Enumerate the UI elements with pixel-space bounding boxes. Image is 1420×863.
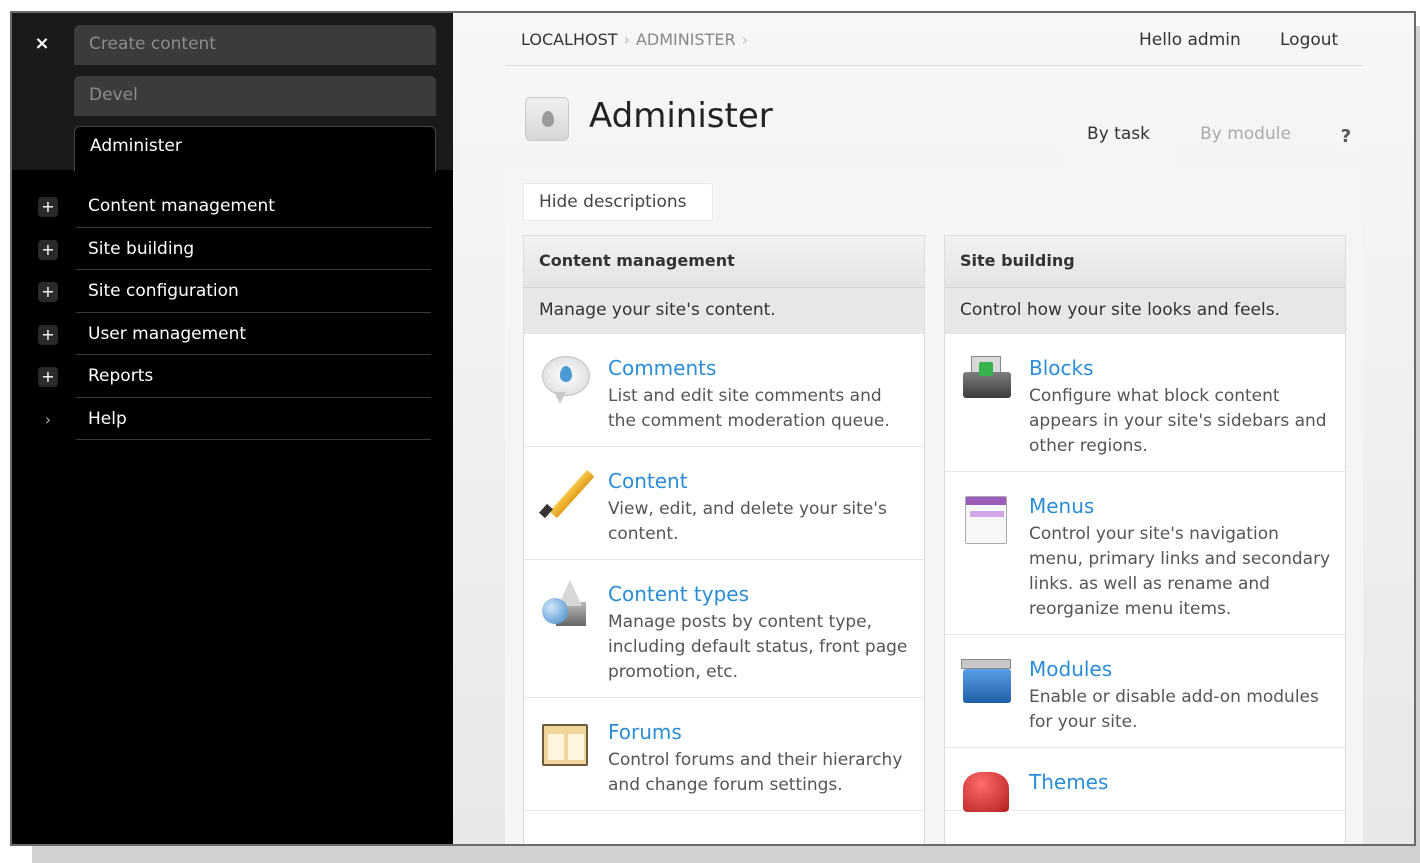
admin-item-modules: Modules Enable or disable add-on modules… bbox=[945, 635, 1345, 748]
admin-item-link[interactable]: Blocks bbox=[1029, 356, 1331, 380]
pencil-icon bbox=[539, 467, 595, 519]
user-greeting: Hello admin bbox=[1139, 30, 1241, 50]
admin-sidebar: × Create content Devel Administer + Cont… bbox=[12, 13, 453, 844]
admin-item-link[interactable]: Comments bbox=[608, 356, 910, 380]
admin-item-link[interactable]: Forums bbox=[608, 720, 910, 744]
sidebar-item-label[interactable]: User management bbox=[88, 324, 246, 344]
tab-by-task[interactable]: By task bbox=[1061, 109, 1176, 169]
sidebar-item-label[interactable]: Site building bbox=[88, 239, 194, 259]
sidebar-item-content-management[interactable]: + Content management bbox=[12, 185, 453, 228]
sidebar-item-site-building[interactable]: + Site building bbox=[12, 228, 453, 270]
admin-item-comments: Comments List and edit site comments and… bbox=[524, 334, 924, 447]
shortcut-create-content[interactable]: Create content bbox=[74, 25, 436, 65]
admin-item-link[interactable]: Menus bbox=[1029, 494, 1331, 518]
help-icon[interactable]: ? bbox=[1329, 120, 1363, 154]
admin-item-menus: Menus Control your site's navigation men… bbox=[945, 472, 1345, 635]
expand-plus-icon[interactable]: + bbox=[38, 367, 58, 387]
forum-icon bbox=[540, 718, 590, 768]
sidebar-item-label[interactable]: Content management bbox=[88, 196, 275, 216]
expand-plus-icon[interactable]: + bbox=[38, 239, 58, 260]
admin-item-link[interactable]: Content types bbox=[608, 582, 910, 606]
admin-item-link[interactable]: Themes bbox=[1029, 770, 1331, 794]
admin-item-forums: Forums Control forums and their hierarch… bbox=[524, 698, 924, 811]
admin-item-link[interactable]: Content bbox=[608, 469, 910, 493]
app-window: × Create content Devel Administer + Cont… bbox=[10, 11, 1416, 846]
breadcrumb-localhost[interactable]: LOCALHOST bbox=[521, 30, 618, 49]
sidebar-item-site-configuration[interactable]: + Site configuration bbox=[12, 270, 453, 313]
admin-item-description: Configure what block content appears in … bbox=[1029, 386, 1327, 456]
divider bbox=[505, 65, 1362, 66]
chevron-right-icon[interactable]: › bbox=[38, 410, 58, 430]
admin-item-blocks: Blocks Configure what block content appe… bbox=[945, 334, 1345, 472]
frame-shadow bbox=[32, 846, 1420, 863]
admin-item-description: Control forums and their hierarchy and c… bbox=[608, 750, 903, 795]
admin-item-link[interactable]: Modules bbox=[1029, 657, 1331, 681]
admin-item-description: View, edit, and delete your site's conte… bbox=[608, 499, 887, 544]
sidebar-nav: + Content management + Site building + S… bbox=[12, 185, 453, 440]
hide-descriptions-button[interactable]: Hide descriptions bbox=[523, 183, 713, 221]
expand-plus-icon[interactable]: + bbox=[38, 324, 58, 345]
close-icon[interactable]: × bbox=[32, 33, 52, 55]
section-description: Control how your site looks and feels. bbox=[945, 288, 1345, 334]
breadcrumb-separator: › bbox=[623, 30, 630, 49]
comments-icon bbox=[540, 354, 590, 404]
section-title: Site building bbox=[945, 236, 1345, 288]
expand-plus-icon[interactable]: + bbox=[38, 197, 58, 217]
admin-item-description: Manage posts by content type, including … bbox=[608, 612, 908, 682]
section-content-management: Content management Manage your site's co… bbox=[523, 235, 925, 844]
shortcut-devel[interactable]: Devel bbox=[74, 76, 436, 116]
admin-item-themes: Themes bbox=[945, 748, 1345, 812]
shapes-icon bbox=[540, 580, 590, 630]
admin-item-description: List and edit site comments and the comm… bbox=[608, 386, 890, 431]
tab-by-module[interactable]: By module bbox=[1183, 109, 1308, 169]
admin-item-description: Control your site's navigation menu, pri… bbox=[1029, 524, 1331, 619]
admin-item-content-types: Content types Manage posts by content ty… bbox=[524, 560, 924, 698]
admin-item-content: Content View, edit, and delete your site… bbox=[524, 447, 924, 560]
page-title: Administer bbox=[589, 96, 773, 136]
breadcrumb-administer[interactable]: ADMINISTER bbox=[636, 30, 736, 49]
breadcrumb: LOCALHOST › ADMINISTER › bbox=[521, 30, 754, 49]
section-title: Content management bbox=[524, 236, 924, 288]
admin-panel: Hide descriptions Content management Man… bbox=[505, 169, 1363, 844]
section-site-building: Site building Control how your site look… bbox=[944, 235, 1346, 844]
themes-icon bbox=[961, 768, 1011, 818]
drupal-drop-icon bbox=[525, 97, 569, 141]
blocks-icon bbox=[961, 354, 1011, 404]
menus-icon bbox=[961, 492, 1011, 544]
section-description: Manage your site's content. bbox=[524, 288, 924, 334]
sidebar-item-label[interactable]: Reports bbox=[88, 366, 153, 386]
expand-plus-icon[interactable]: + bbox=[38, 282, 58, 302]
sidebar-item-label[interactable]: Site configuration bbox=[88, 281, 239, 301]
sidebar-item-help[interactable]: › Help bbox=[12, 398, 453, 440]
divider bbox=[76, 439, 431, 440]
sidebar-item-label[interactable]: Help bbox=[88, 409, 127, 429]
shortcut-administer[interactable]: Administer bbox=[74, 126, 436, 172]
sidebar-item-reports[interactable]: + Reports bbox=[12, 355, 453, 398]
main-content: LOCALHOST › ADMINISTER › Hello admin Logout… bbox=[453, 13, 1414, 844]
sidebar-item-user-management[interactable]: + User management bbox=[12, 313, 453, 355]
admin-item-description: Enable or disable add-on modules for you… bbox=[1029, 687, 1319, 732]
logout-link[interactable]: Logout bbox=[1280, 30, 1338, 50]
breadcrumb-separator: › bbox=[741, 30, 748, 49]
modules-icon bbox=[961, 655, 1011, 705]
